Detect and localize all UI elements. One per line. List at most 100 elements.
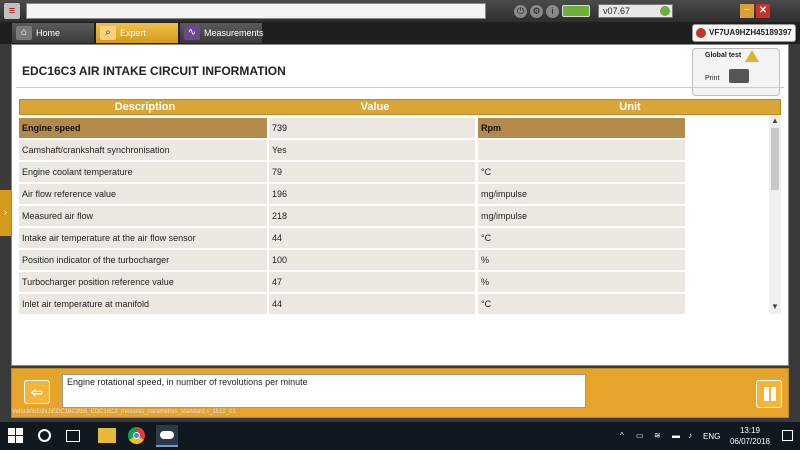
pause-button[interactable]: [756, 380, 782, 408]
version-box: v07.67: [598, 4, 673, 18]
cell-value: 44: [269, 294, 475, 314]
diag-app-shape: [160, 431, 174, 439]
tab-measurements[interactable]: ∿ Measurements: [180, 23, 264, 43]
chevron-up-icon[interactable]: ^: [620, 431, 624, 440]
table-row[interactable]: Position indicator of the turbocharger 10…: [19, 250, 687, 270]
minimize-button[interactable]: –: [740, 4, 754, 18]
clock-date[interactable]: 06/07/2018: [727, 437, 773, 446]
vehicle-icon: [696, 28, 706, 38]
table-row[interactable]: Inlet air temperature at manifold 44 °C: [19, 294, 687, 314]
title-bar: ≡ ⏻ ⚙ i v07.67 – ✕: [0, 0, 800, 22]
cell-description: Engine coolant temperature: [19, 162, 267, 182]
windows-start-icon[interactable]: [8, 428, 24, 444]
table-row[interactable]: Measured air flow 218 mg/impulse: [19, 206, 687, 226]
tab-label: Home: [36, 28, 61, 38]
cell-description: Camshaft/crankshaft synchronisation: [19, 140, 267, 160]
cell-description: Measured air flow: [19, 206, 267, 226]
language-indicator[interactable]: ENG: [703, 432, 720, 441]
tab-label: Measurements: [204, 28, 264, 38]
printer-icon[interactable]: [729, 69, 749, 83]
start-pane: [8, 428, 15, 435]
cell-description: Turbocharger position reference value: [19, 272, 267, 292]
app-logo: ≡: [4, 3, 20, 19]
arrow-left-icon: ⇦: [31, 384, 43, 400]
start-pane: [16, 428, 23, 435]
wifi-icon[interactable]: ≋: [654, 431, 661, 440]
cell-unit: °C: [478, 162, 685, 182]
diagnostic-app-icon[interactable]: [156, 425, 178, 447]
pause-icon: [764, 387, 769, 401]
cell-unit: mg/impulse: [478, 206, 685, 226]
volume-icon[interactable]: ♪: [688, 431, 692, 440]
start-pane: [16, 436, 23, 443]
version-label: v07.67: [603, 6, 631, 16]
status-dot-icon: [660, 6, 670, 16]
cell-unit: %: [478, 250, 685, 270]
table-row[interactable]: Camshaft/crankshaft synchronisation Yes: [19, 140, 687, 160]
page-title: EDC16C3 AIR INTAKE CIRCUIT INFORMATION: [22, 64, 286, 78]
cell-value: Yes: [269, 140, 475, 160]
print-button[interactable]: Print: [705, 75, 719, 82]
main-panel: EDC16C3 AIR INTAKE CIRCUIT INFORMATION G…: [11, 44, 789, 366]
cell-value: 739: [269, 118, 475, 138]
column-header-description: Description: [114, 101, 176, 113]
tabs-bar: ⌂ Home ⌕ Expert ∿ Measurements VF7UA9HZH…: [0, 22, 800, 44]
cell-description: Inlet air temperature at manifold: [19, 294, 267, 314]
global-test-button[interactable]: Global test: [705, 52, 741, 59]
close-button[interactable]: ✕: [756, 4, 770, 18]
scroll-down-icon[interactable]: ▼: [769, 302, 781, 312]
scrollbar[interactable]: ▲ ▼: [769, 116, 781, 314]
cell-unit: [478, 140, 685, 160]
power-icon[interactable]: ⏻: [514, 5, 527, 18]
global-test-panel: Global test Print: [692, 48, 780, 96]
scroll-thumb[interactable]: [771, 128, 779, 190]
cell-value: 218: [269, 206, 475, 226]
tab-label: Expert: [120, 28, 147, 38]
info-icon[interactable]: i: [546, 5, 559, 18]
cell-value: 196: [269, 184, 475, 204]
table-row[interactable]: Engine speed 739 Rpm: [19, 118, 687, 138]
side-panel-toggle[interactable]: ›: [0, 190, 11, 236]
table-row[interactable]: Intake air temperature at the air flow s…: [19, 228, 687, 248]
notifications-icon[interactable]: [782, 430, 793, 441]
pause-icon: [771, 387, 776, 401]
scroll-up-icon[interactable]: ▲: [769, 116, 781, 126]
column-header-value: Value: [360, 101, 390, 113]
cell-unit: mg/impulse: [478, 184, 685, 204]
task-view-icon[interactable]: [66, 430, 80, 442]
cell-unit: %: [478, 272, 685, 292]
cell-description: Intake air temperature at the air flow s…: [19, 228, 267, 248]
tab-home[interactable]: ⌂ Home: [12, 23, 94, 43]
search-icon[interactable]: [38, 429, 51, 442]
cell-unit: Rpm: [478, 118, 685, 138]
battery-icon: [562, 5, 590, 17]
parameter-table: Engine speed 739 Rpm Camshaft/crankshaft sy…: [19, 118, 687, 314]
cell-value: 44: [269, 228, 475, 248]
back-button[interactable]: ⇦: [24, 380, 50, 404]
file-explorer-icon[interactable]: [98, 428, 116, 443]
start-pane: [8, 436, 15, 443]
cell-value: 79: [269, 162, 475, 182]
cell-unit: °C: [478, 294, 685, 314]
table-header: Description Value Unit: [19, 99, 781, 115]
home-icon: ⌂: [16, 26, 32, 40]
waveform-icon: ∿: [184, 26, 200, 40]
search-icon: ⌕: [100, 26, 116, 40]
network-icon[interactable]: ▭: [636, 431, 644, 440]
title-field: [26, 3, 486, 19]
cell-description: Engine speed: [19, 118, 267, 138]
column-header-unit: Unit: [619, 101, 641, 113]
table-row[interactable]: Turbocharger position reference value 47%: [19, 272, 687, 292]
table-row[interactable]: Engine coolant temperature 79 °C: [19, 162, 687, 182]
vin-label: VF7UA9HZH45189397: [709, 28, 792, 37]
chrome-center: [133, 432, 140, 439]
table-row[interactable]: Air flow reference value 196 mg/impulse: [19, 184, 687, 204]
chrome-icon[interactable]: [128, 427, 145, 444]
clock-time[interactable]: 13:19: [735, 426, 765, 435]
cell-value: 47: [269, 272, 475, 292]
status-path: Vehicle\b5\INJ\EDC16C3\b5_EDC16C3_mesure…: [12, 409, 236, 415]
battery-tray-icon[interactable]: ▬: [672, 431, 680, 440]
settings-icon[interactable]: ⚙: [530, 5, 543, 18]
tab-expert[interactable]: ⌕ Expert: [96, 23, 178, 43]
help-text-box: Engine rotational speed, in number of re…: [62, 374, 586, 408]
